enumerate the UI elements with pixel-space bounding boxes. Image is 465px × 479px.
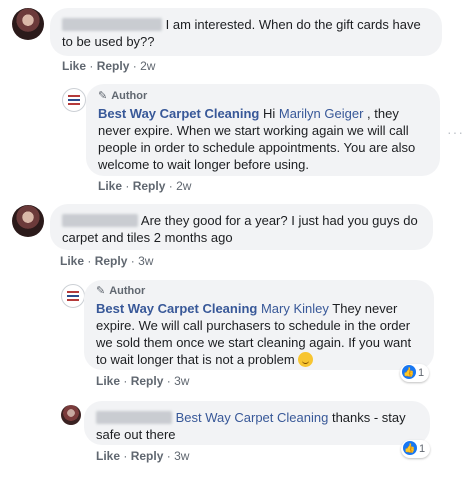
separator: · [123,374,128,388]
reply-link[interactable]: Reply [131,374,164,388]
reply-link[interactable]: Reply [131,449,164,463]
like-link[interactable]: Like [62,59,86,73]
separator: · [89,59,94,73]
commenter-avatar[interactable] [12,205,44,237]
page-avatar[interactable] [61,284,85,308]
author-badge: ✎ Author [98,90,148,102]
mention-link[interactable]: Marilyn Geiger [279,106,364,121]
separator: · [132,59,137,73]
blurred-commenter-name[interactable] [62,214,138,227]
separator: · [123,449,128,463]
timestamp[interactable]: 2w [176,179,191,193]
smiling-face-icon [298,352,314,367]
reply-actions: Like · Reply · 3w [96,373,189,389]
separator: · [166,449,171,463]
reply-bubble: Best Way Carpet Cleaning thanks - stay s… [84,401,430,445]
thumbs-up-icon: 👍 [403,441,417,456]
reply-link[interactable]: Reply [97,59,130,73]
mention-link[interactable]: Best Way Carpet Cleaning [176,410,329,425]
pencil-icon: ✎ [98,90,108,102]
separator: · [168,179,173,193]
timestamp[interactable]: 2w [140,59,155,73]
reply-actions: Like · Reply · 3w [96,448,189,464]
thumbs-up-icon: 👍 [402,365,416,380]
blurred-commenter-name[interactable] [62,18,162,31]
reply-bubble: ✎ Author Best Way Carpet Cleaning Hi Mari… [86,84,440,176]
reply-actions: Like · Reply · 2w [98,178,191,194]
blurred-commenter-name[interactable] [96,411,172,424]
comment-actions: Like · Reply · 2w [62,58,155,74]
commenter-avatar[interactable] [61,405,81,425]
pencil-icon: ✎ [96,285,106,297]
like-link[interactable]: Like [98,179,122,193]
timestamp[interactable]: 3w [174,449,189,463]
reply-prefix: Hi [262,106,276,121]
mention-link[interactable]: Mary Kinley [261,301,329,316]
author-badge: ✎ Author [96,285,146,297]
timestamp[interactable]: 3w [138,254,153,268]
separator: · [166,374,171,388]
more-options-icon[interactable]: ··· [447,124,464,140]
page-name-link[interactable]: Best Way Carpet Cleaning [98,106,259,121]
separator: · [87,254,92,268]
reply-link[interactable]: Reply [133,179,166,193]
page-avatar[interactable] [62,88,86,112]
reaction-count: 1 [419,443,426,455]
reaction-count-badge[interactable]: 👍 1 [401,440,431,458]
separator: · [130,254,135,268]
commenter-avatar[interactable] [12,8,44,40]
timestamp[interactable]: 3w [174,374,189,388]
separator: · [125,179,130,193]
comment-bubble: I am interested. When do the gift cards … [50,8,442,56]
reply-link[interactable]: Reply [95,254,128,268]
comment-bubble: Are they good for a year? I just had you… [50,204,433,250]
reaction-count-badge[interactable]: 👍 1 [400,364,430,382]
like-link[interactable]: Like [60,254,84,268]
page-name-link[interactable]: Best Way Carpet Cleaning [96,301,257,316]
reaction-count: 1 [418,367,425,379]
like-link[interactable]: Like [96,374,120,388]
like-link[interactable]: Like [96,449,120,463]
reply-bubble: ✎ Author Best Way Carpet Cleaning Mary Ki… [84,280,434,370]
comment-actions: Like · Reply · 3w [60,253,153,269]
